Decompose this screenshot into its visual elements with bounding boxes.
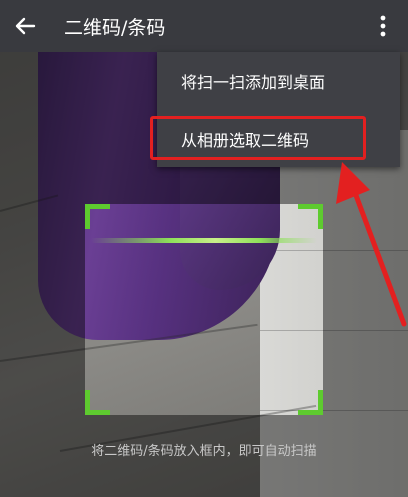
page-title: 二维码/条码	[64, 16, 166, 39]
arrow-left-icon	[15, 17, 36, 35]
scan-mask-left	[0, 204, 85, 415]
red-arrow-annotation	[336, 162, 407, 327]
back-button[interactable]	[0, 0, 50, 52]
scan-line	[91, 238, 317, 243]
scan-corner-top-left	[85, 204, 110, 229]
scan-frame	[85, 204, 323, 415]
top-app-bar: 二维码/条码	[0, 0, 408, 52]
highlight-box	[150, 116, 366, 160]
more-vertical-icon	[380, 15, 386, 37]
more-options-button[interactable]	[368, 0, 398, 52]
scan-corner-bottom-right	[298, 390, 323, 415]
scan-corner-top-right	[298, 204, 323, 229]
scan-corner-bottom-left	[85, 390, 110, 415]
scan-hint-text: 将二维码/条码放入框内，即可自动扫描	[91, 444, 317, 459]
menu-item-add-to-desktop[interactable]: 将扫一扫添加到桌面	[157, 52, 400, 109]
